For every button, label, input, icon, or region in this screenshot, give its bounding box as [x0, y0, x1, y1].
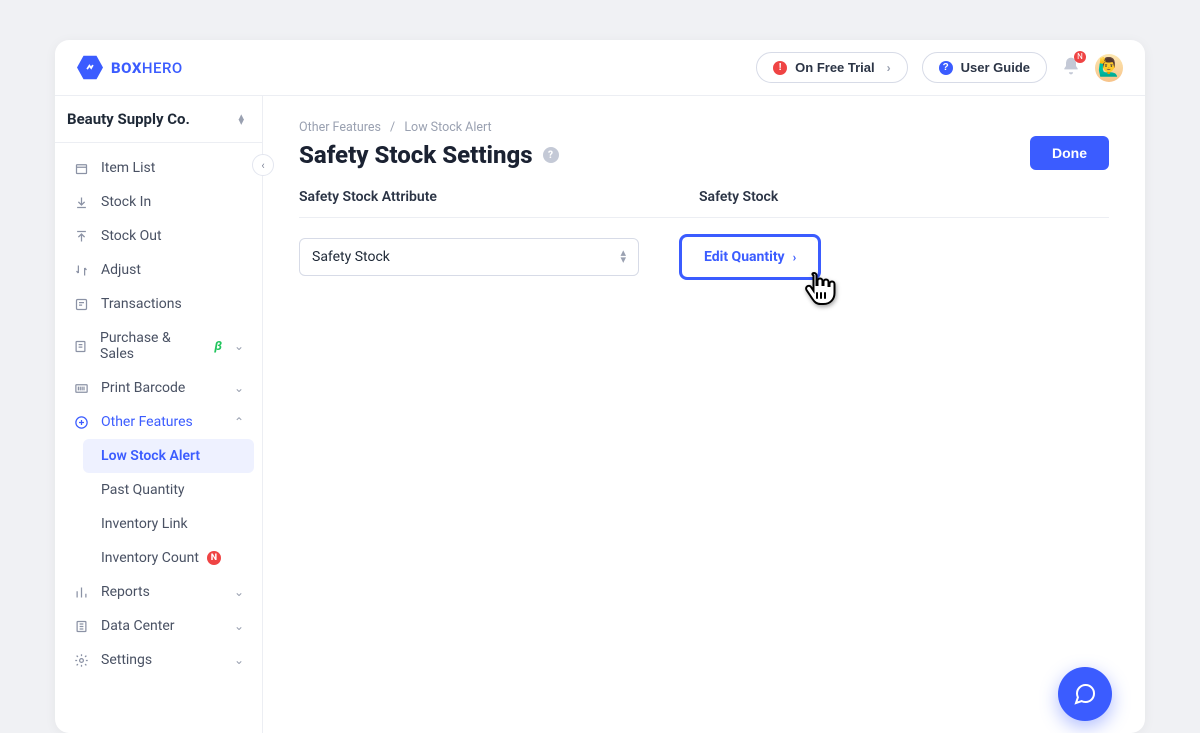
beta-badge: β: [214, 339, 222, 354]
sidebar-item-label: Stock Out: [101, 228, 162, 244]
sidebar-item-stock-out[interactable]: Stock Out: [63, 219, 254, 253]
breadcrumb-current[interactable]: Low Stock Alert: [404, 120, 491, 135]
logo-text: BOXHERO: [111, 59, 183, 77]
sidebar-sub-past-quantity[interactable]: Past Quantity: [83, 473, 254, 507]
chevron-up-icon: ⌃: [234, 415, 244, 429]
logo[interactable]: BOXHERO: [77, 55, 183, 81]
done-button[interactable]: Done: [1030, 136, 1109, 170]
avatar[interactable]: 🙋‍♂️: [1095, 54, 1123, 82]
sidebar-item-label: Stock In: [101, 194, 151, 210]
edit-quantity-label: Edit Quantity: [704, 249, 785, 265]
sidebar-item-stock-in[interactable]: Stock In: [63, 185, 254, 219]
cursor-pointer-icon: [800, 267, 840, 307]
app-window: BOXHERO ! On Free Trial › ? User Guide N…: [55, 40, 1145, 733]
select-value: Safety Stock: [312, 249, 390, 265]
sidebar-item-settings[interactable]: Settings ⌄: [63, 643, 254, 677]
guide-label: User Guide: [961, 60, 1030, 75]
barcode-icon: [73, 381, 89, 396]
table-header: Safety Stock Attribute Safety Stock: [299, 189, 1109, 218]
sidebar-item-purchase-sales[interactable]: Purchase & Sales β ⌄: [63, 321, 254, 371]
updown-icon: ▴▾: [238, 114, 244, 125]
company-selector[interactable]: Beauty Supply Co. ▴▾: [55, 96, 262, 143]
chevron-right-icon: ›: [793, 250, 797, 264]
sidebar-item-item-list[interactable]: Item List: [63, 151, 254, 185]
logo-icon: [77, 55, 103, 81]
help-icon[interactable]: ?: [543, 147, 559, 163]
sidebar-sub-low-stock-alert[interactable]: Low Stock Alert: [83, 439, 254, 473]
chevron-down-icon: ⌄: [234, 619, 244, 633]
chart-icon: [73, 585, 89, 600]
box-icon: [73, 161, 89, 176]
col-attribute: Safety Stock Attribute: [299, 189, 659, 205]
chevron-down-icon: ⌄: [234, 339, 244, 353]
attribute-select[interactable]: Safety Stock ▴▾: [299, 238, 639, 276]
page-title: Safety Stock Settings ?: [299, 141, 1109, 169]
trial-label: On Free Trial: [795, 60, 874, 75]
sidebar-item-other-features[interactable]: Other Features ⌃: [63, 405, 254, 439]
sidebar-item-print-barcode[interactable]: Print Barcode ⌄: [63, 371, 254, 405]
sidebar-item-transactions[interactable]: Transactions: [63, 287, 254, 321]
database-icon: [73, 619, 89, 634]
breadcrumb-parent[interactable]: Other Features: [299, 120, 381, 135]
edit-quantity-button[interactable]: Edit Quantity ›: [679, 234, 821, 280]
notification-badge: N: [1074, 51, 1086, 63]
user-guide-button[interactable]: ? User Guide: [922, 52, 1047, 83]
new-badge: N: [207, 551, 221, 565]
plus-circle-icon: [73, 415, 89, 430]
sidebar-item-data-center[interactable]: Data Center ⌄: [63, 609, 254, 643]
alert-icon: !: [773, 61, 787, 75]
sidebar-item-label: Settings: [101, 652, 152, 668]
upload-icon: [73, 229, 89, 244]
breadcrumb: Other Features / Low Stock Alert: [299, 120, 1109, 135]
main-content: Other Features / Low Stock Alert Safety …: [263, 96, 1145, 733]
chevron-down-icon: ⌄: [234, 381, 244, 395]
sidebar-sub-inventory-count[interactable]: Inventory CountN: [83, 541, 254, 575]
sidebar-item-label: Other Features: [101, 414, 193, 430]
chat-button[interactable]: [1058, 667, 1112, 721]
trial-button[interactable]: ! On Free Trial ›: [756, 52, 907, 83]
nav: Item List Stock In Stock Out Adjust Tran…: [55, 143, 262, 685]
chevron-down-icon: ⌄: [234, 585, 244, 599]
sidebar-item-adjust[interactable]: Adjust: [63, 253, 254, 287]
sidebar-item-label: Adjust: [101, 262, 141, 278]
body: Beauty Supply Co. ▴▾ Item List Stock In …: [55, 96, 1145, 733]
sidebar-item-label: Item List: [101, 160, 155, 176]
transactions-icon: [73, 297, 89, 312]
sub-nav: Low Stock Alert Past Quantity Inventory …: [63, 439, 254, 575]
sidebar: Beauty Supply Co. ▴▾ Item List Stock In …: [55, 96, 263, 733]
topbar: BOXHERO ! On Free Trial › ? User Guide N…: [55, 40, 1145, 96]
sidebar-item-label: Print Barcode: [101, 380, 185, 396]
document-icon: [73, 339, 88, 354]
company-name: Beauty Supply Co.: [67, 110, 190, 128]
topbar-right: ! On Free Trial › ? User Guide N 🙋‍♂️: [756, 52, 1123, 83]
updown-icon: ▴▾: [620, 250, 626, 263]
sidebar-item-label: Data Center: [101, 618, 175, 634]
sidebar-item-label: Transactions: [101, 296, 182, 312]
breadcrumb-sep: /: [390, 120, 395, 135]
table-row: Safety Stock ▴▾ Edit Quantity ›: [299, 234, 1109, 280]
collapse-sidebar-button[interactable]: ‹: [252, 154, 274, 176]
chevron-right-icon: ›: [887, 61, 891, 75]
help-icon: ?: [939, 61, 953, 75]
sidebar-item-reports[interactable]: Reports ⌄: [63, 575, 254, 609]
sidebar-item-label: Purchase & Sales: [100, 330, 198, 362]
notification-button[interactable]: N: [1061, 56, 1081, 80]
sidebar-item-label: Reports: [101, 584, 150, 600]
adjust-icon: [73, 263, 89, 278]
col-safety-stock: Safety Stock: [699, 189, 778, 205]
gear-icon: [73, 653, 89, 668]
download-icon: [73, 195, 89, 210]
chevron-down-icon: ⌄: [234, 653, 244, 667]
sidebar-sub-inventory-link[interactable]: Inventory Link: [83, 507, 254, 541]
